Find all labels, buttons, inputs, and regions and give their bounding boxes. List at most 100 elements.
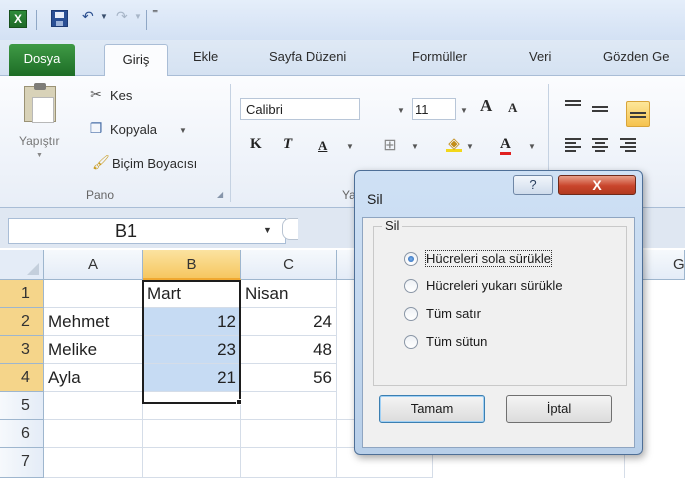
border-dropdown-icon[interactable]: ▼ xyxy=(411,142,419,151)
toolbar-divider xyxy=(146,10,147,30)
cell-a1[interactable] xyxy=(44,280,143,308)
row-header-1[interactable]: 1 xyxy=(0,280,44,308)
paste-dropdown-icon[interactable]: ▼ xyxy=(36,152,43,159)
radio-entire-row[interactable] xyxy=(404,307,418,321)
ribbon-tabs: Dosya Giriş Ekle Sayfa Düzeni Formüller … xyxy=(0,40,685,77)
toolbar-divider xyxy=(36,10,37,30)
redo-icon[interactable]: ↷ xyxy=(116,8,128,25)
clipboard-launcher-icon[interactable]: ◢ xyxy=(217,190,223,199)
row-header-6[interactable]: 6 xyxy=(0,420,44,448)
paste-button[interactable]: Yapıştır xyxy=(19,134,59,148)
option-shift-up-label[interactable]: Hücreleri yukarı sürükle xyxy=(426,278,563,293)
underline-button[interactable]: A xyxy=(318,138,327,154)
cell-c1[interactable]: Nisan xyxy=(241,280,337,308)
cut-icon[interactable]: ✂ xyxy=(88,86,104,102)
close-button[interactable]: X xyxy=(558,175,636,195)
cell-c2[interactable]: 24 xyxy=(241,308,337,336)
cell-c7[interactable] xyxy=(241,448,337,478)
radio-entire-column[interactable] xyxy=(404,335,418,349)
font-size-dropdown-icon[interactable]: ▼ xyxy=(460,106,468,115)
undo-icon[interactable]: ↶ xyxy=(82,8,94,25)
quick-access-toolbar: X ↶ ▼ ↷ ▼ ⁼ xyxy=(0,0,685,40)
tab-page-layout[interactable]: Sayfa Düzeni xyxy=(269,49,346,64)
cell-a7[interactable] xyxy=(44,448,143,478)
column-header-a[interactable]: A xyxy=(44,250,143,280)
format-painter-button[interactable]: Biçim Boyacısı xyxy=(112,156,197,171)
name-box[interactable]: B1 ▼ xyxy=(8,218,286,244)
cell-c3[interactable]: 48 xyxy=(241,336,337,364)
font-name-value: Calibri xyxy=(246,102,283,117)
option-entire-column-label[interactable]: Tüm sütun xyxy=(426,334,487,349)
align-center-icon[interactable] xyxy=(592,138,610,152)
font-size-box[interactable]: 11 xyxy=(412,98,456,120)
column-header-b[interactable]: B xyxy=(143,250,241,280)
radio-shift-up[interactable] xyxy=(404,279,418,293)
underline-dropdown-icon[interactable]: ▼ xyxy=(346,142,354,151)
cancel-button[interactable]: İptal xyxy=(506,395,612,423)
tab-formulas[interactable]: Formüller xyxy=(412,49,467,64)
excel-logo-icon[interactable]: X xyxy=(9,10,27,28)
row-header-7[interactable]: 7 xyxy=(0,448,44,478)
tab-review[interactable]: Gözden Ge xyxy=(603,49,670,64)
row-header-4[interactable]: 4 xyxy=(0,364,44,392)
align-middle-icon[interactable] xyxy=(592,106,610,120)
row-header-3[interactable]: 3 xyxy=(0,336,44,364)
copy-icon[interactable]: ❐ xyxy=(88,120,104,136)
column-header-c[interactable]: C xyxy=(241,250,337,280)
formula-divider-icon xyxy=(282,218,298,240)
fill-handle[interactable] xyxy=(236,399,242,405)
cell-a6[interactable] xyxy=(44,420,143,448)
save-icon[interactable] xyxy=(51,10,68,27)
font-name-box[interactable]: Calibri xyxy=(240,98,360,120)
cell-a4[interactable]: Ayla xyxy=(44,364,143,392)
redo-dropdown-icon[interactable]: ▼ xyxy=(134,12,142,21)
option-shift-left-label[interactable]: Hücreleri sola sürükle xyxy=(425,250,552,267)
dialog-title: Sil xyxy=(367,191,383,207)
tab-insert[interactable]: Ekle xyxy=(193,49,218,64)
paste-icon[interactable] xyxy=(24,83,56,123)
tab-data[interactable]: Veri xyxy=(529,49,551,64)
align-bottom-icon xyxy=(630,112,648,126)
cell-c5[interactable] xyxy=(241,392,337,420)
selection-border xyxy=(142,280,241,404)
align-left-icon[interactable] xyxy=(565,138,583,152)
format-painter-icon[interactable]: 🖌 xyxy=(92,154,110,170)
undo-dropdown-icon[interactable]: ▼ xyxy=(100,12,108,21)
font-name-dropdown-icon[interactable]: ▼ xyxy=(397,106,405,115)
font-color-dropdown-icon[interactable]: ▼ xyxy=(528,142,536,151)
option-entire-row-label[interactable]: Tüm satır xyxy=(426,306,481,321)
cell-c6[interactable] xyxy=(241,420,337,448)
bold-button[interactable]: K xyxy=(250,136,262,153)
fill-color-dropdown-icon[interactable]: ▼ xyxy=(466,142,474,151)
cell-b6[interactable] xyxy=(143,420,241,448)
cell-c4[interactable]: 56 xyxy=(241,364,337,392)
cell-a3[interactable]: Melike xyxy=(44,336,143,364)
help-button[interactable]: ? xyxy=(513,175,553,195)
tab-home[interactable]: Giriş xyxy=(104,44,168,77)
shrink-font-button[interactable]: A xyxy=(508,100,517,116)
cut-button[interactable]: Kes xyxy=(110,88,132,103)
align-top-icon[interactable] xyxy=(565,100,583,114)
row-header-5[interactable]: 5 xyxy=(0,392,44,420)
italic-button[interactable]: T xyxy=(283,136,292,153)
dialog-body: Sil Hücreleri sola sürükle Hücreleri yuk… xyxy=(362,217,635,448)
cell-a5[interactable] xyxy=(44,392,143,420)
tab-file[interactable]: Dosya xyxy=(9,44,75,76)
copy-dropdown-icon[interactable]: ▼ xyxy=(179,126,187,135)
name-box-dropdown-icon[interactable]: ▼ xyxy=(263,225,272,235)
cell-b7[interactable] xyxy=(143,448,241,478)
radio-shift-left[interactable] xyxy=(404,252,418,266)
font-color-button[interactable]: A xyxy=(500,136,511,155)
row-header-2[interactable]: 2 xyxy=(0,308,44,336)
delete-options-group: Sil Hücreleri sola sürükle Hücreleri yuk… xyxy=(373,218,627,386)
copy-button[interactable]: Kopyala xyxy=(110,122,157,137)
align-right-icon[interactable] xyxy=(620,138,638,152)
select-all-corner[interactable] xyxy=(0,250,44,280)
ok-button[interactable]: Tamam xyxy=(379,395,485,423)
border-icon[interactable]: ⊞ xyxy=(382,138,398,154)
fill-color-icon[interactable]: ◈ xyxy=(446,136,462,152)
cell-a2[interactable]: Mehmet xyxy=(44,308,143,336)
grow-font-button[interactable]: A xyxy=(480,96,492,116)
name-box-value: B1 xyxy=(115,221,138,241)
customize-toolbar-icon[interactable]: ⁼ xyxy=(152,6,158,20)
